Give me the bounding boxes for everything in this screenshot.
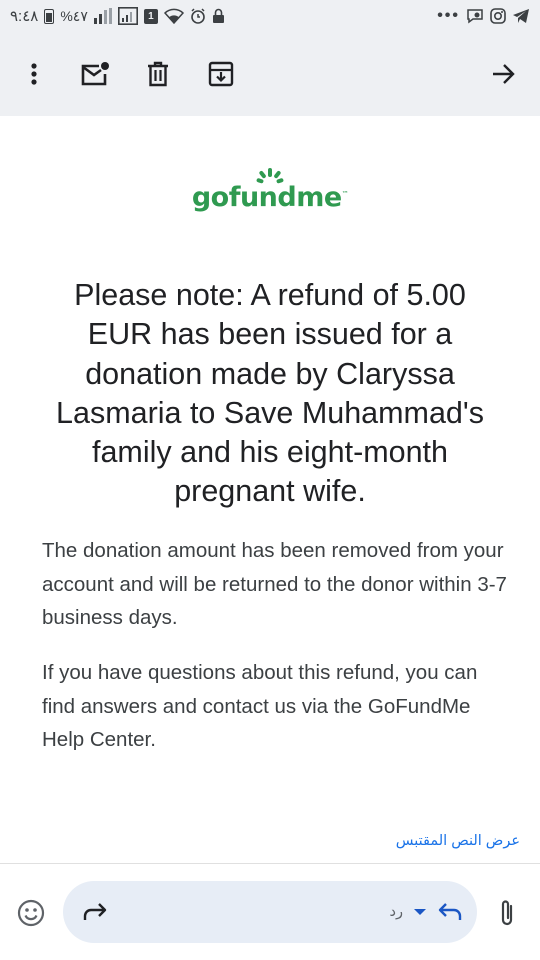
battery-percent: %٤٧ xyxy=(60,7,88,24)
attachment-button[interactable] xyxy=(490,896,524,930)
chat-app-icon xyxy=(466,8,484,24)
status-bar: ٩:٤٨ %٤٧ 1 ••• xyxy=(0,0,540,32)
email-paragraph-1: The donation amount has been removed fro… xyxy=(42,539,507,629)
mark-unread-icon xyxy=(81,62,109,86)
logo-text: gofundme xyxy=(191,182,342,213)
mark-unread-button[interactable] xyxy=(75,54,115,94)
archive-button[interactable] xyxy=(201,54,241,94)
instagram-icon xyxy=(490,8,506,24)
arrow-forward-icon xyxy=(493,64,515,84)
status-right: ••• xyxy=(437,7,530,25)
reply-bar: رد xyxy=(0,864,540,960)
email-headline: Please note: A refund of 5.00 EUR has be… xyxy=(56,278,484,509)
gofundme-logo: gofundme™ xyxy=(0,168,540,213)
more-options-button[interactable] xyxy=(14,54,54,94)
sim-slot-icon: 1 xyxy=(143,8,158,24)
more-vert-icon xyxy=(31,63,37,85)
forward-icon xyxy=(83,903,107,920)
emoji-reaction-button[interactable] xyxy=(14,896,48,930)
email-toolbar xyxy=(0,32,540,116)
attachment-icon xyxy=(501,900,513,926)
show-quoted-text-link[interactable]: عرض النص المقتبس xyxy=(396,833,520,849)
archive-icon xyxy=(208,61,234,87)
logo-trademark: ™ xyxy=(341,190,349,198)
logo-wordmark: gofundme™ xyxy=(191,182,349,213)
alarm-icon xyxy=(190,8,206,24)
delete-button[interactable] xyxy=(138,54,178,94)
reply-pill: رد xyxy=(63,881,477,943)
next-email-button[interactable] xyxy=(484,54,524,94)
notification-overflow: ••• xyxy=(437,7,460,24)
signal-icon xyxy=(93,8,112,24)
signal-box-icon xyxy=(117,7,138,25)
battery-icon xyxy=(44,8,55,24)
reply-label: رد xyxy=(389,904,403,920)
status-left: ٩:٤٨ %٤٧ 1 xyxy=(10,7,225,25)
clock: ٩:٤٨ xyxy=(10,8,39,25)
lock-icon xyxy=(212,8,225,24)
wifi-icon xyxy=(163,8,184,24)
telegram-icon xyxy=(512,8,530,24)
reply-button[interactable]: رد xyxy=(390,893,463,931)
email-paragraph-2: If you have questions about this refund,… xyxy=(42,661,478,751)
reply-icon xyxy=(438,903,462,920)
dropdown-icon[interactable] xyxy=(413,907,427,917)
emoji-icon xyxy=(17,899,45,927)
delete-icon xyxy=(148,61,168,87)
forward-button[interactable] xyxy=(77,894,113,930)
